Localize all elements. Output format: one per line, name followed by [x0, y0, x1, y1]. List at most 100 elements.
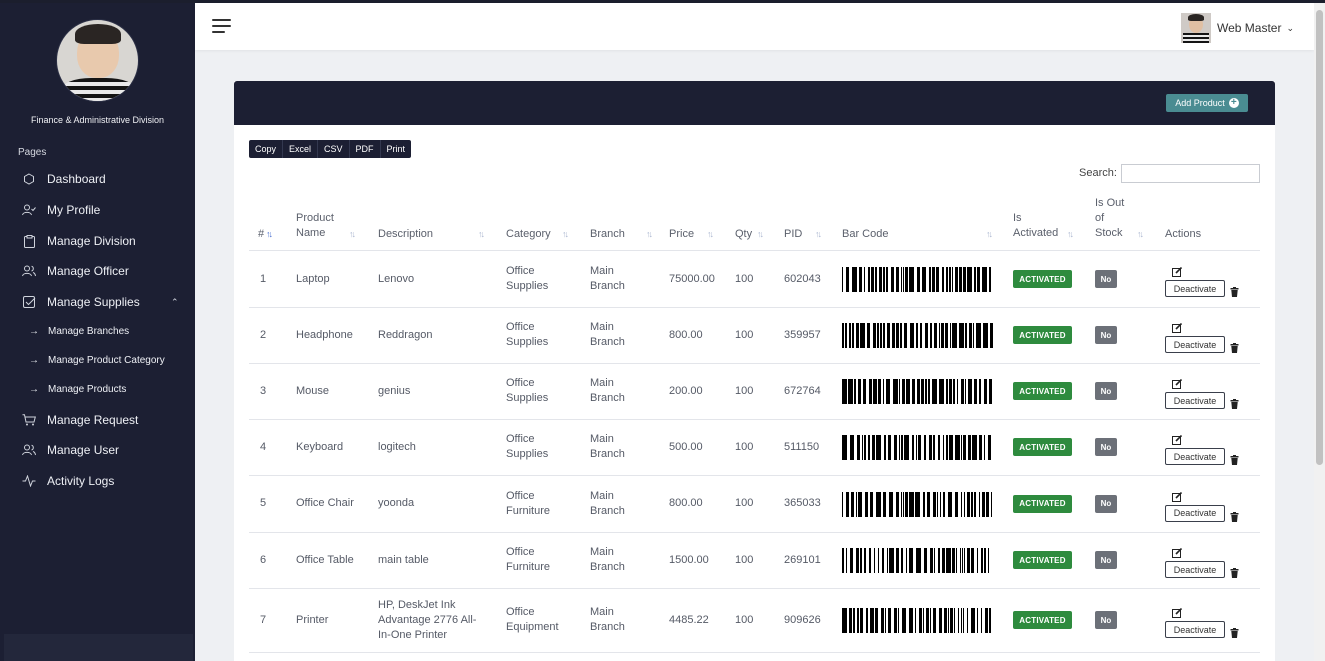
- deactivate-button[interactable]: Deactivate: [1165, 336, 1225, 353]
- copy-button[interactable]: Copy: [249, 140, 284, 158]
- add-product-button[interactable]: Add Product +: [1166, 94, 1248, 112]
- menu-toggle-icon[interactable]: [212, 19, 231, 34]
- arrow-right-icon: →: [29, 383, 39, 395]
- trash-icon[interactable]: [1230, 452, 1239, 465]
- trash-icon[interactable]: [1230, 340, 1239, 353]
- sidebar-item-dashboard[interactable]: Dashboard: [0, 166, 195, 192]
- product-name: Keyboard: [296, 440, 344, 453]
- page-scrollbar[interactable]: [1314, 3, 1325, 661]
- activated-badge: ACTIVATED: [1013, 494, 1072, 513]
- column-header[interactable]: Is Activated: [1013, 211, 1063, 241]
- trash-icon[interactable]: [1230, 565, 1239, 578]
- scrollbar-thumb[interactable]: [1316, 10, 1323, 465]
- sort-icon[interactable]: ↑↓: [757, 229, 764, 239]
- sidebar-item-label: Dashboard: [47, 172, 106, 186]
- sidebar-item-label: Manage Division: [47, 234, 136, 248]
- print-button[interactable]: Print: [381, 140, 412, 158]
- product-branch: Main Branch: [590, 433, 625, 460]
- barcode-image: [842, 323, 995, 348]
- product-pid: 909626: [784, 613, 821, 626]
- product-price: 200.00: [669, 384, 703, 397]
- sort-icon[interactable]: ↑↓: [266, 229, 273, 239]
- csv-button[interactable]: CSV: [318, 140, 350, 158]
- deactivate-button[interactable]: Deactivate: [1165, 392, 1225, 409]
- trash-icon[interactable]: [1230, 625, 1239, 638]
- product-name: Printer: [296, 613, 329, 626]
- barcode-image: [842, 379, 995, 404]
- sort-icon[interactable]: ↑↓: [815, 229, 822, 239]
- edit-icon[interactable]: [1172, 605, 1183, 618]
- sort-icon[interactable]: ↑↓: [478, 229, 485, 239]
- product-qty: 100: [735, 384, 754, 397]
- product-pid: 359957: [784, 328, 821, 341]
- row-number: 2: [260, 328, 267, 341]
- pdf-button[interactable]: PDF: [350, 140, 381, 158]
- sidebar-item-manage-division[interactable]: Manage Division: [0, 228, 195, 254]
- add-product-label: Add Product: [1175, 98, 1225, 108]
- product-category: Office Equipment: [506, 606, 559, 633]
- column-header[interactable]: #: [258, 227, 288, 242]
- trash-icon[interactable]: [1230, 284, 1239, 297]
- deactivate-button[interactable]: Deactivate: [1165, 504, 1225, 522]
- sidebar-item-label: Manage User: [47, 443, 120, 457]
- product-name: Office Chair: [296, 497, 354, 509]
- deactivate-button[interactable]: Deactivate: [1165, 448, 1225, 465]
- product-branch: Main Branch: [590, 321, 625, 348]
- profile-avatar[interactable]: [56, 19, 139, 102]
- column-header[interactable]: Qty: [735, 227, 770, 242]
- sidebar-item-label: Manage Request: [47, 413, 139, 427]
- trash-icon[interactable]: [1230, 509, 1239, 522]
- edit-icon[interactable]: [1172, 320, 1183, 333]
- column-header[interactable]: Description: [378, 227, 468, 242]
- sort-icon[interactable]: ↑↓: [562, 229, 569, 239]
- top-header: Web Master ⌄: [195, 3, 1314, 50]
- sort-icon[interactable]: ↑↓: [1067, 229, 1074, 239]
- table-row-divider: [249, 307, 1260, 308]
- excel-button[interactable]: Excel: [283, 140, 319, 158]
- sidebar-subitem-label: Manage Branches: [48, 325, 130, 337]
- deactivate-button[interactable]: Deactivate: [1165, 621, 1225, 638]
- plus-circle-icon: +: [1228, 98, 1239, 108]
- sidebar-subitem-manage-product-category[interactable]: → Manage Product Category: [0, 350, 195, 370]
- card-header: Add Product +: [234, 81, 1275, 125]
- column-header[interactable]: Bar Code: [842, 227, 912, 242]
- product-price: 800.00: [669, 328, 703, 341]
- sidebar-subitem-manage-products[interactable]: → Manage Products: [0, 379, 195, 399]
- sidebar-subitem-manage-branches[interactable]: → Manage Branches: [0, 321, 195, 341]
- table-row-divider: [249, 532, 1260, 533]
- product-description: Lenovo: [378, 272, 415, 285]
- search-input[interactable]: [1121, 164, 1260, 183]
- sidebar-item-manage-officer[interactable]: Manage Officer: [0, 258, 195, 284]
- column-header[interactable]: Actions: [1165, 227, 1225, 242]
- product-description: genius: [378, 384, 411, 397]
- sidebar-footer: [4, 634, 193, 661]
- sidebar-item-my-profile[interactable]: My Profile: [0, 197, 195, 223]
- check-square-icon: [22, 295, 36, 309]
- product-category: Office Furniture: [506, 546, 551, 573]
- product-branch: Main Branch: [590, 546, 625, 573]
- trash-icon[interactable]: [1230, 396, 1239, 409]
- deactivate-button[interactable]: Deactivate: [1165, 561, 1225, 578]
- edit-icon[interactable]: [1172, 376, 1183, 389]
- sort-icon[interactable]: ↑↓: [1137, 229, 1144, 239]
- out-of-stock-badge: No: [1095, 494, 1117, 513]
- sidebar-item-activity-logs[interactable]: Activity Logs: [0, 468, 195, 494]
- out-of-stock-badge: No: [1095, 438, 1117, 456]
- table-row-divider: [249, 475, 1260, 476]
- sort-icon[interactable]: ↑↓: [986, 229, 993, 239]
- product-pid: 602043: [784, 272, 821, 285]
- sort-icon[interactable]: ↑↓: [707, 229, 714, 239]
- edit-icon[interactable]: [1172, 432, 1183, 445]
- sidebar-item-manage-user[interactable]: Manage User: [0, 437, 195, 463]
- user-menu[interactable]: Web Master ⌄: [1180, 13, 1294, 43]
- column-header[interactable]: Product Name: [296, 211, 366, 241]
- sort-icon[interactable]: ↑↓: [349, 229, 356, 239]
- sort-icon[interactable]: ↑↓: [646, 229, 653, 239]
- sidebar-item-manage-request[interactable]: Manage Request: [0, 407, 195, 433]
- edit-icon[interactable]: [1172, 489, 1183, 502]
- column-header[interactable]: Branch: [590, 227, 650, 242]
- edit-icon[interactable]: [1172, 264, 1183, 277]
- sidebar-item-manage-supplies[interactable]: Manage Supplies ⌃: [0, 289, 195, 315]
- edit-icon[interactable]: [1172, 545, 1183, 558]
- deactivate-button[interactable]: Deactivate: [1165, 280, 1225, 297]
